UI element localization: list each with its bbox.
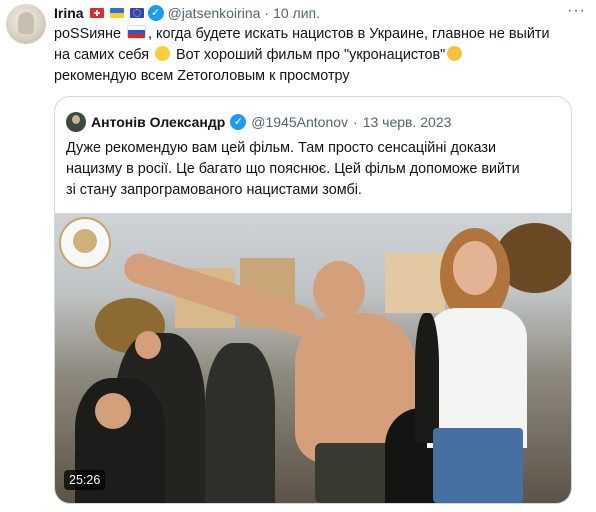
more-options-icon[interactable]: ··· — [567, 2, 586, 20]
central-man-head — [313, 261, 365, 319]
verified-badge-icon: ✓ — [230, 114, 247, 130]
tweet-line-2-start: на самих себя — [54, 47, 150, 63]
quoted-timestamp[interactable]: 13 черв. 2023 — [363, 114, 452, 130]
crowd-face — [95, 393, 131, 429]
quoted-text-line-2: нацизму в росії. Це багато що пояснює. Ц… — [66, 161, 520, 177]
video-duration: 25:26 — [64, 470, 106, 490]
tweet-header: Irina ✓ @jatsenkoirina · 10 лип. — [54, 4, 320, 22]
quoted-tweet-header: Антонів Олександр ✓ @1945Antonov · 13 че… — [66, 111, 451, 133]
tweet-line-1-end: , когда будете искать нацистов в Украине… — [148, 26, 550, 42]
channel-logo — [59, 217, 111, 269]
quoted-text-line-1: Дуже рекомендую вам цей фільм. Там прост… — [66, 140, 496, 156]
woman-face — [453, 241, 497, 295]
swiss-flag-icon — [89, 8, 104, 18]
quoted-author-avatar[interactable] — [66, 112, 86, 132]
separator: · — [264, 5, 270, 21]
russia-flag-emoji-icon — [127, 25, 146, 39]
wink-emoji-icon — [447, 46, 463, 61]
verified-badge-icon: ✓ — [147, 5, 164, 21]
tweet-line-1: poSSиянe , когда будете искать нацистов … — [54, 24, 584, 45]
woman-jeans — [433, 428, 523, 503]
quoted-tweet[interactable]: Антонів Олександр ✓ @1945Antonov · 13 че… — [54, 96, 572, 504]
background-building — [385, 253, 445, 313]
tweet-line-2: на самих себя Вот хороший фильм про "укр… — [54, 45, 584, 66]
crowd-face — [135, 331, 161, 359]
eu-flag-icon — [129, 8, 144, 18]
ukraine-flag-icon — [109, 8, 124, 18]
channel-logo-emblem — [73, 229, 97, 253]
tweet-line-1-start: poSSиянe — [54, 26, 121, 42]
smile-emoji-icon — [155, 46, 171, 61]
video-player[interactable]: 25:26 — [55, 213, 571, 503]
woman-jacket — [415, 313, 439, 443]
tweet[interactable]: Irina ✓ @jatsenkoirina · 10 лип. ··· poS… — [0, 0, 596, 512]
woman-shirt — [427, 308, 527, 448]
author-handle[interactable]: @jatsenkoirina — [168, 5, 261, 21]
avatar-figure — [18, 12, 34, 34]
timestamp[interactable]: 10 лип. — [273, 5, 320, 21]
quoted-tweet-text: Дуже рекомендую вам цей фільм. Там прост… — [66, 138, 556, 201]
author-name[interactable]: Irina — [54, 5, 84, 21]
tweet-line-2-end: Вот хороший фильм про "укронацистов" — [176, 47, 446, 63]
crowd-person — [205, 343, 275, 503]
quoted-text-line-3: зі стану запрограмованого нацистами зомб… — [66, 182, 362, 198]
author-avatar[interactable] — [6, 4, 46, 44]
tweet-text: poSSиянe , когда будете искать нацистов … — [54, 24, 584, 87]
quoted-author-handle[interactable]: @1945Antonov — [251, 114, 348, 130]
quoted-separator: · — [353, 114, 358, 130]
tweet-line-3: рекомендую всем Zетоголовым к просмотру — [54, 68, 350, 84]
quoted-author-name[interactable]: Антонів Олександр — [91, 114, 225, 130]
